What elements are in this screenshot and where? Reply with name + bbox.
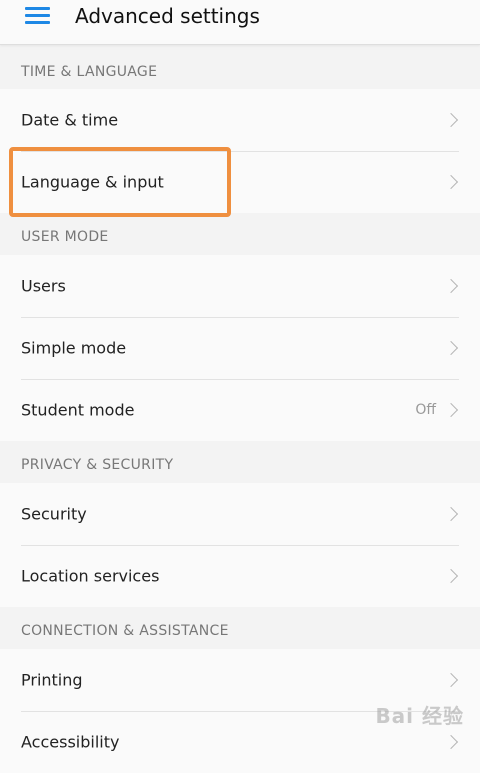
chevron-right-icon <box>443 112 459 128</box>
section-header-label: USER MODE <box>21 229 109 245</box>
settings-item-label: Location services <box>21 566 160 586</box>
settings-item-language-input[interactable]: Language & input <box>0 151 480 213</box>
settings-item-users[interactable]: Users <box>0 255 480 317</box>
settings-item-label: Date & time <box>21 110 119 130</box>
chevron-right-icon <box>443 402 459 418</box>
settings-item-label: Language & input <box>21 172 164 192</box>
chevron-right-icon <box>443 278 459 294</box>
section-header-connection-assistance: CONNECTION & ASSISTANCE <box>0 610 480 652</box>
baidu-watermark: Bai 经验 <box>375 704 464 728</box>
section-header-time-language: TIME & LANGUAGE <box>0 51 480 93</box>
chevron-right-icon <box>443 734 459 750</box>
app-bar: Advanced settings <box>0 0 480 45</box>
settings-item-label: Student mode <box>21 400 135 420</box>
section-header-privacy-security: PRIVACY & SECURITY <box>0 444 480 486</box>
hamburger-menu-icon[interactable] <box>25 5 51 27</box>
group-privacy-security: Security Location services <box>0 483 480 607</box>
group-time-language: Date & time Language & input <box>0 89 480 213</box>
settings-item-label: Security <box>21 504 87 524</box>
settings-item-location-services[interactable]: Location services <box>0 545 480 607</box>
chevron-right-icon <box>443 568 459 584</box>
chevron-right-icon <box>443 174 459 190</box>
settings-item-label: Printing <box>21 670 83 690</box>
settings-item-label: Users <box>21 276 66 296</box>
section-header-label: PRIVACY & SECURITY <box>21 457 174 473</box>
chevron-right-icon <box>443 506 459 522</box>
chevron-right-icon <box>443 340 459 356</box>
settings-item-date-time[interactable]: Date & time <box>0 89 480 151</box>
section-header-label: CONNECTION & ASSISTANCE <box>21 623 229 639</box>
chevron-right-icon <box>443 672 459 688</box>
settings-item-security[interactable]: Security <box>0 483 480 545</box>
group-user-mode: Users Simple mode Student mode Off <box>0 255 480 441</box>
page-title: Advanced settings <box>75 4 260 28</box>
settings-item-student-mode[interactable]: Student mode Off <box>0 379 480 441</box>
section-header-user-mode: USER MODE <box>0 216 480 258</box>
settings-item-label: Simple mode <box>21 338 127 358</box>
settings-item-label: Accessibility <box>21 732 120 752</box>
student-mode-status: Off <box>415 402 436 418</box>
section-header-label: TIME & LANGUAGE <box>21 64 158 80</box>
settings-item-simple-mode[interactable]: Simple mode <box>0 317 480 379</box>
